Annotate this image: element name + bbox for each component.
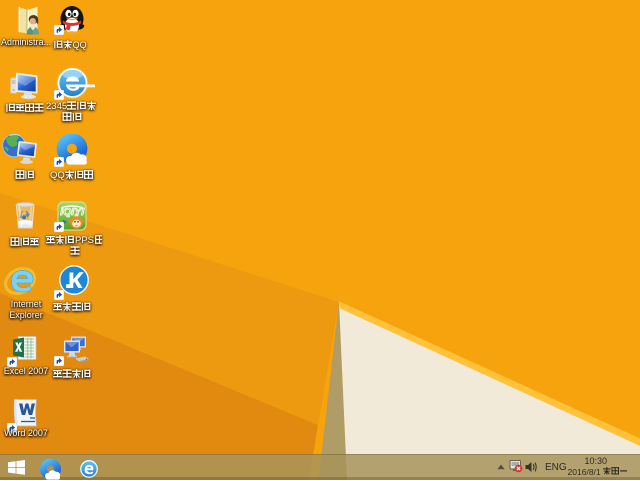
- svg-text:PPS: PPS: [75, 235, 94, 246]
- svg-text:QQ: QQ: [73, 40, 87, 50]
- svg-text:2345: 2345: [46, 101, 67, 112]
- svg-text:QQ: QQ: [50, 170, 65, 180]
